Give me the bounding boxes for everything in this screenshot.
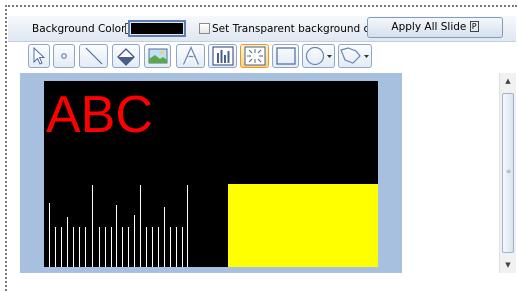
equalizer-tool-button[interactable] [208,44,237,68]
equalizer-bar [55,227,56,267]
scrollbar-thumb[interactable]: ≡ [502,93,514,253]
equalizer-bar [176,227,177,267]
equalizer-bar [128,227,129,267]
line-tool-button[interactable] [79,44,108,68]
equalizer-bar [182,227,183,267]
apply-all-hotkey: P [469,21,479,32]
vertical-scrollbar[interactable]: ▲ ≡ ▼ [499,73,516,273]
dot-tool-button[interactable] [53,44,75,68]
polygon-dropdown-icon [340,46,370,66]
text-tool-button[interactable] [176,44,205,68]
rectangle-tool-button[interactable] [272,44,299,68]
apply-all-slide-button[interactable]: Apply All Slide P [367,17,503,38]
scroll-up-arrow-icon[interactable]: ▲ [500,73,516,89]
fill-bucket-icon [115,46,137,66]
background-color-swatch[interactable] [128,20,186,37]
equalizer-bar [164,207,165,267]
image-icon [148,48,168,64]
ellipse-dropdown-icon [305,46,333,66]
equalizer-bar [134,215,135,267]
slide-list-area [402,73,499,273]
pointer-tool-button[interactable] [28,44,50,68]
dot-icon [59,51,69,61]
equalizer-bar [152,227,153,267]
equalizer-icon [211,46,234,66]
ellipse-tool-dropdown[interactable] [302,44,335,68]
equalizer-bar [105,227,106,267]
equalizer-bar [61,227,62,267]
equalizer-bar [99,227,100,267]
background-color-label: Background ColorB : [32,23,142,35]
equalizer-bar [187,185,188,267]
equalizer-bar [170,227,171,267]
scroll-down-arrow-icon[interactable]: ▼ [500,257,516,273]
slide-yellow-rectangle[interactable] [228,184,378,267]
scroll-grip-icon: ≡ [506,168,512,175]
equalizer-bar [146,227,147,267]
equalizer-bar [111,227,112,267]
slide-text-abc[interactable]: ABC [46,85,153,145]
equalizer-bar [140,185,141,267]
equalizer-bar [67,217,68,267]
equalizer-bar [116,205,117,267]
fill-tool-button[interactable] [112,44,140,68]
text-icon [181,46,201,66]
equalizer-bar [73,227,74,267]
image-tool-button[interactable] [144,44,171,68]
slide-canvas[interactable]: ABC [44,81,378,267]
equalizer-bar [92,185,93,267]
transparent-background-checkbox[interactable] [199,23,210,34]
sparkle-tool-button[interactable] [240,44,269,68]
rectangle-icon [275,47,296,65]
pointer-icon [32,47,46,65]
equalizer-bar [85,227,86,267]
equalizer-bar [122,227,123,267]
polygon-tool-dropdown[interactable] [338,44,372,68]
equalizer-bar [79,227,80,267]
equalizer-bar [158,227,159,267]
line-icon [83,46,105,66]
equalizer-bar [49,203,50,267]
sparkle-icon [244,46,266,66]
